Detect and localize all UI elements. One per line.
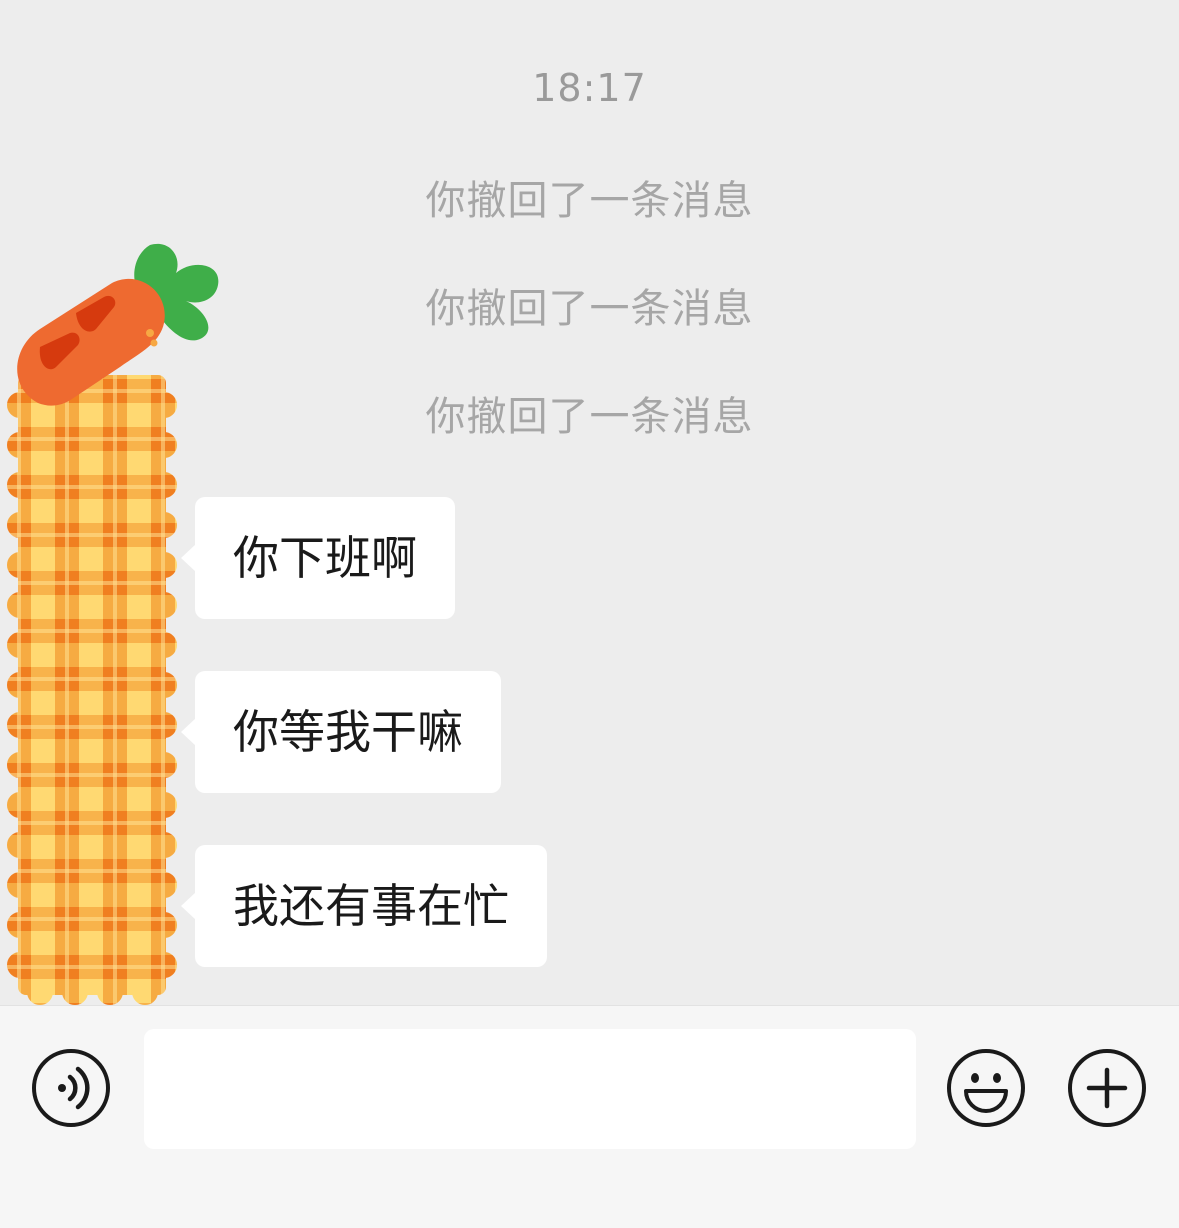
plus-icon[interactable]	[1067, 1048, 1147, 1128]
voice-icon[interactable]	[31, 1048, 111, 1128]
incoming-message-bubble[interactable]: 你下班啊	[181, 497, 455, 619]
plaid-pattern-strip	[7, 375, 177, 1005]
smiley-icon[interactable]	[946, 1048, 1026, 1128]
chat-window: 18:17 你撤回了一条消息 你撤回了一条消息 你撤回了一条消息 你下班啊 你等…	[0, 0, 1179, 1228]
incoming-message-bubble[interactable]: 我还有事在忙	[181, 845, 547, 967]
chat-input-bar	[0, 1005, 1179, 1228]
incoming-message-bubble[interactable]: 你等我干嘛	[181, 671, 501, 793]
recalled-message-notice: 你撤回了一条消息	[425, 178, 754, 224]
message-input[interactable]	[144, 1029, 916, 1149]
message-timestamp: 18:17	[532, 66, 647, 110]
message-list[interactable]: 18:17 你撤回了一条消息 你撤回了一条消息 你撤回了一条消息 你下班啊 你等…	[0, 0, 1179, 1005]
